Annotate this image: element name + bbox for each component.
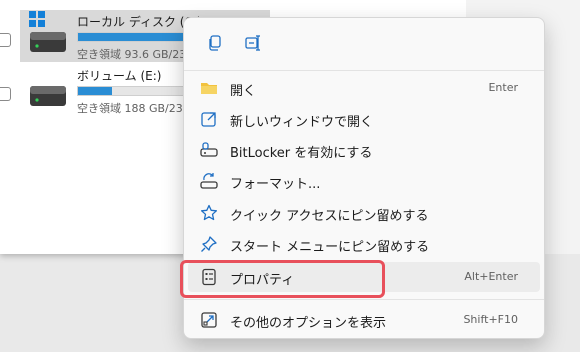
menu-item-open[interactable]: 開く Enter [188,73,540,103]
menu-item-format[interactable]: フォーマット... [188,166,540,196]
pin-icon [201,236,217,252]
drive-name: ボリューム (E:) [77,69,162,83]
format-drive-icon [200,173,218,189]
copy-icon [209,35,221,51]
menu-item-pin-quick-access[interactable]: クイック アクセスにピン留めする [188,198,540,228]
menu-item-pin-start[interactable]: スタート メニューにピン留めする [188,229,540,259]
menu-item-label: クイック アクセスにピン留めする [230,209,429,224]
hard-drive-icon [30,32,66,52]
bitlocker-icon [200,142,218,157]
menu-item-shortcut: Alt+Enter [464,270,518,283]
open-in-new-window-icon [201,112,216,127]
menu-item-label: 開く [230,84,257,99]
properties-icon [202,268,216,286]
menu-item-label: スタート メニューにピン留めする [230,240,430,255]
menu-item-shortcut: Enter [488,81,518,94]
selection-checkbox[interactable] [0,87,11,101]
folder-icon [201,83,217,94]
copy-button[interactable] [200,28,230,58]
star-icon [200,204,218,221]
menu-item-open-new-window[interactable]: 新しいウィンドウで開く [188,104,540,134]
menu-item-properties[interactable]: プロパティ Alt+Enter [188,262,540,292]
rename-icon [245,35,260,51]
menu-item-shortcut: Shift+F10 [463,313,518,326]
selection-checkbox[interactable] [0,33,11,47]
drive-usage-fill [78,87,112,95]
hard-drive-icon [30,86,66,106]
menu-item-bitlocker[interactable]: BitLocker を有効にする [188,135,540,165]
menu-item-more-options[interactable]: その他のオプションを表示 Shift+F10 [188,305,540,335]
context-menu: 開く Enter 新しいウィンドウで開く BitLocker を有効にする フォ… [183,17,545,339]
menu-divider [184,299,544,300]
menu-divider [184,70,544,71]
menu-item-label: 新しいウィンドウで開く [230,115,374,130]
menu-item-label: BitLocker を有効にする [230,146,373,161]
menu-item-label: その他のオプションを表示 [230,316,387,331]
show-more-options-icon [201,312,217,328]
drive-usage-fill [78,33,185,41]
rename-button[interactable] [238,28,268,58]
menu-item-label: フォーマット... [230,177,321,192]
menu-item-label: プロパティ [230,273,295,288]
windows-logo-icon [29,11,45,27]
